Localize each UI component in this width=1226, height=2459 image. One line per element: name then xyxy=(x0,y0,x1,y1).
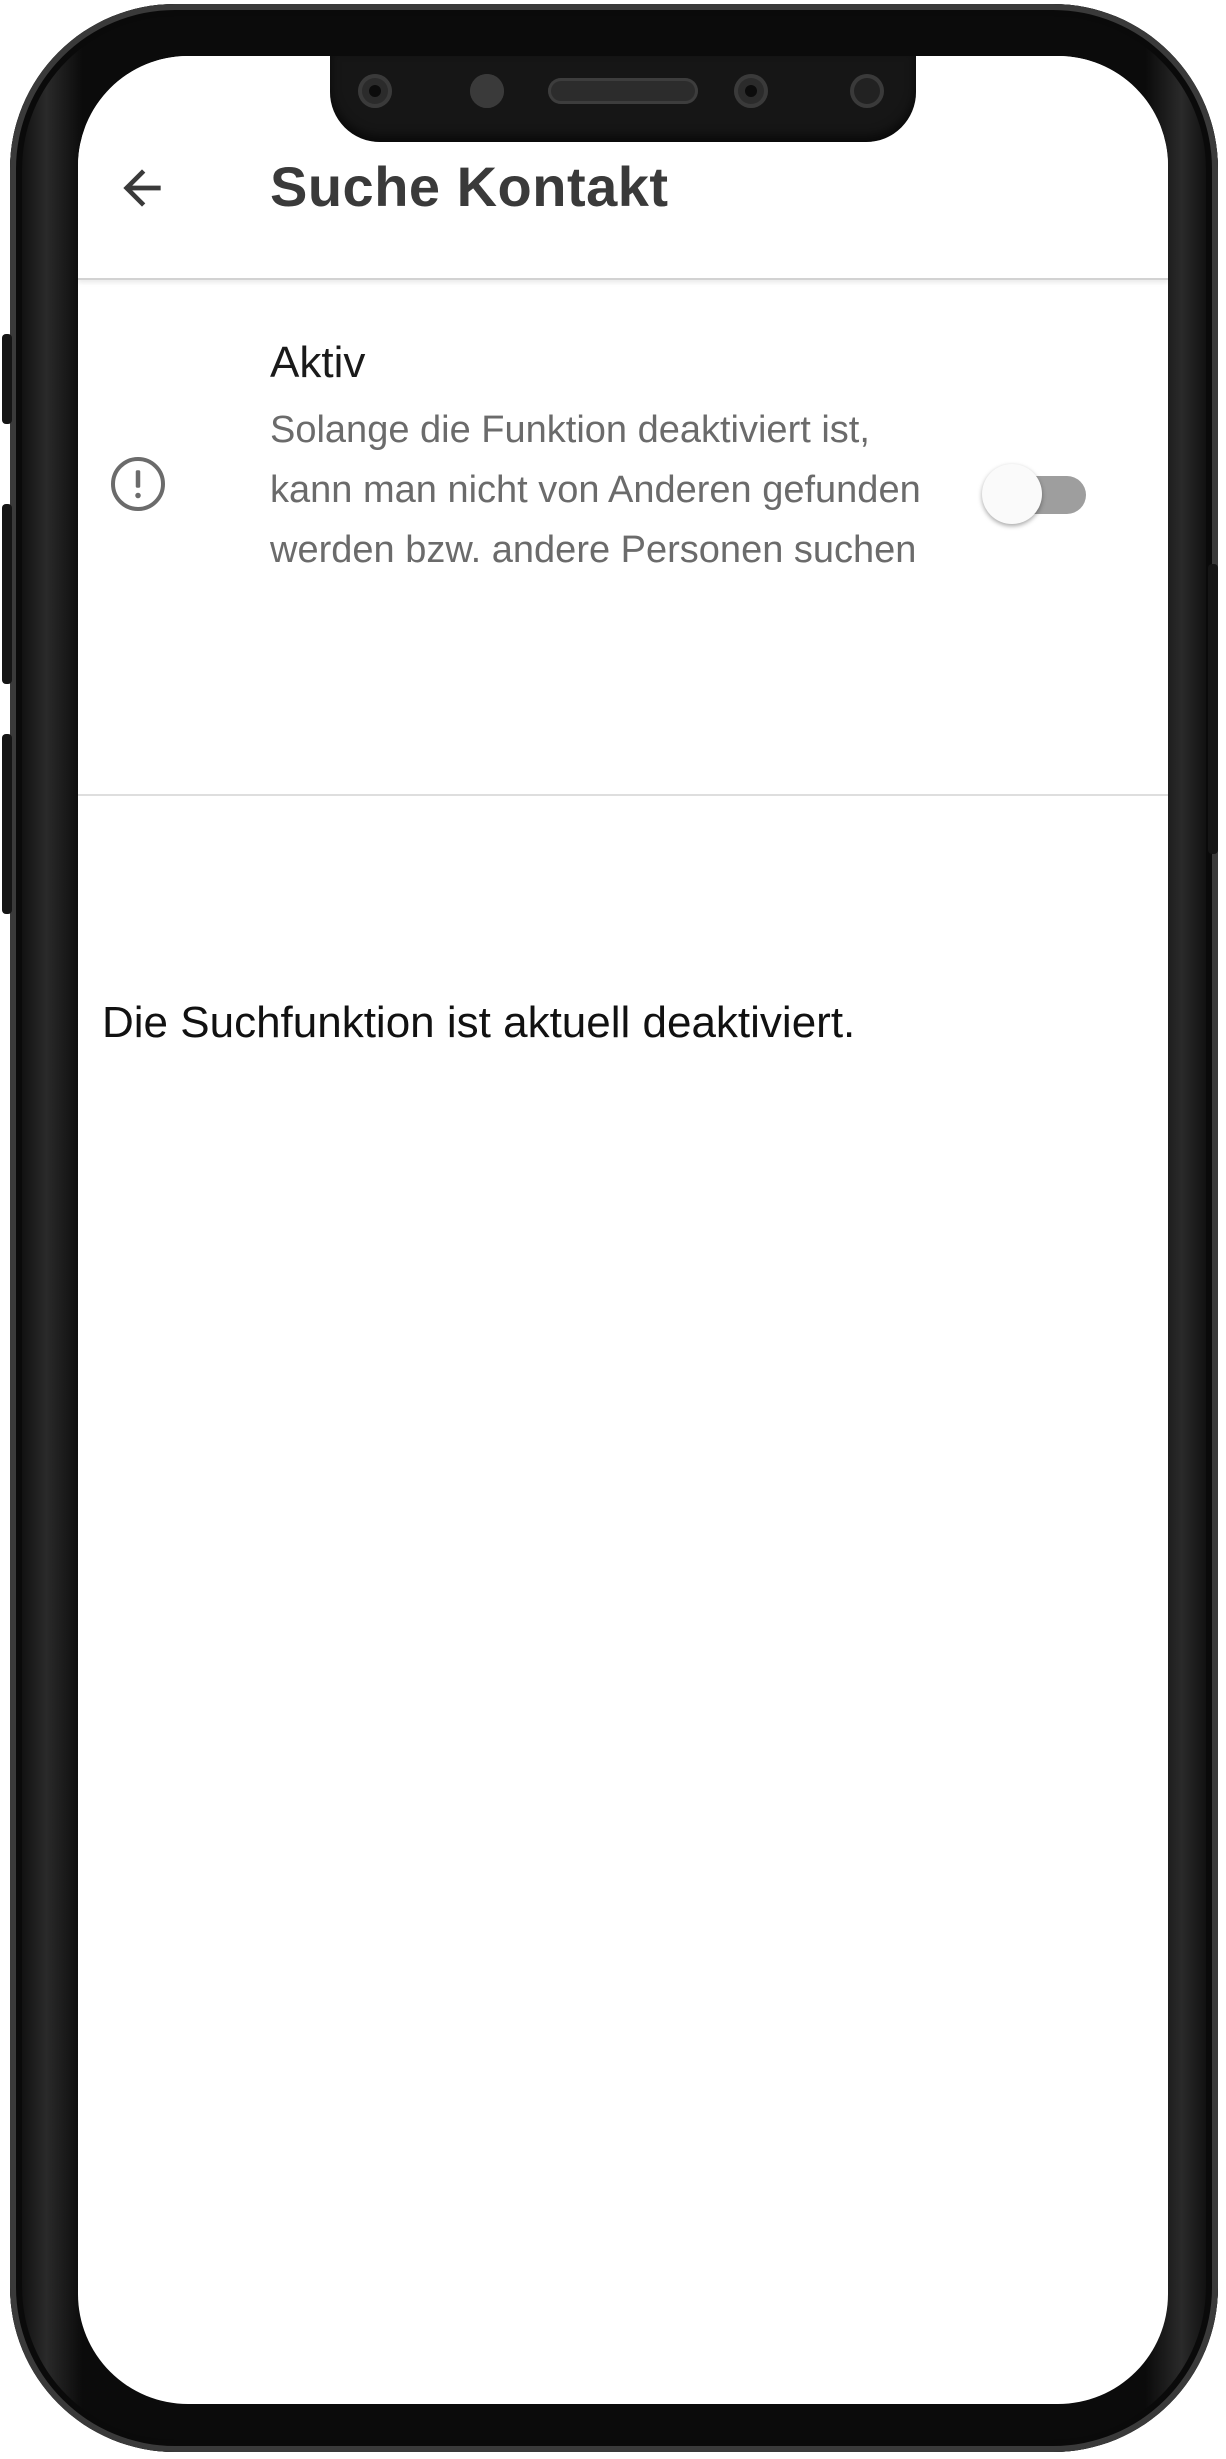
power-button xyxy=(1208,564,1218,854)
proximity-sensor-icon xyxy=(470,74,504,108)
page-title: Suche Kontakt xyxy=(270,155,669,218)
sensor-icon xyxy=(358,74,392,108)
status-message: Die Suchfunktion ist aktuell deaktiviert… xyxy=(102,998,856,1047)
toggle-thumb xyxy=(982,464,1042,524)
back-button[interactable] xyxy=(106,152,178,224)
phone-frame: Suche Kontakt Aktiv Solange die Funktion… xyxy=(2,4,1218,2452)
active-toggle[interactable] xyxy=(982,464,1090,524)
setting-row-aktiv: Aktiv Solange die Funktion deaktiviert i… xyxy=(78,280,1168,796)
alert-circle-icon xyxy=(111,457,165,511)
setting-description: Solange die Funktion deaktiviert ist, ka… xyxy=(270,409,921,571)
setting-label: Aktiv xyxy=(270,338,366,387)
arrow-left-icon xyxy=(123,169,161,207)
mute-switch xyxy=(2,334,12,424)
app-screen: Suche Kontakt Aktiv Solange die Funktion… xyxy=(78,56,1168,2404)
ambient-light-sensor-icon xyxy=(850,74,884,108)
volume-up-button xyxy=(2,504,12,684)
volume-down-button xyxy=(2,734,12,914)
notch xyxy=(330,56,916,142)
front-camera-icon xyxy=(734,74,768,108)
earpiece-speaker xyxy=(548,78,698,104)
